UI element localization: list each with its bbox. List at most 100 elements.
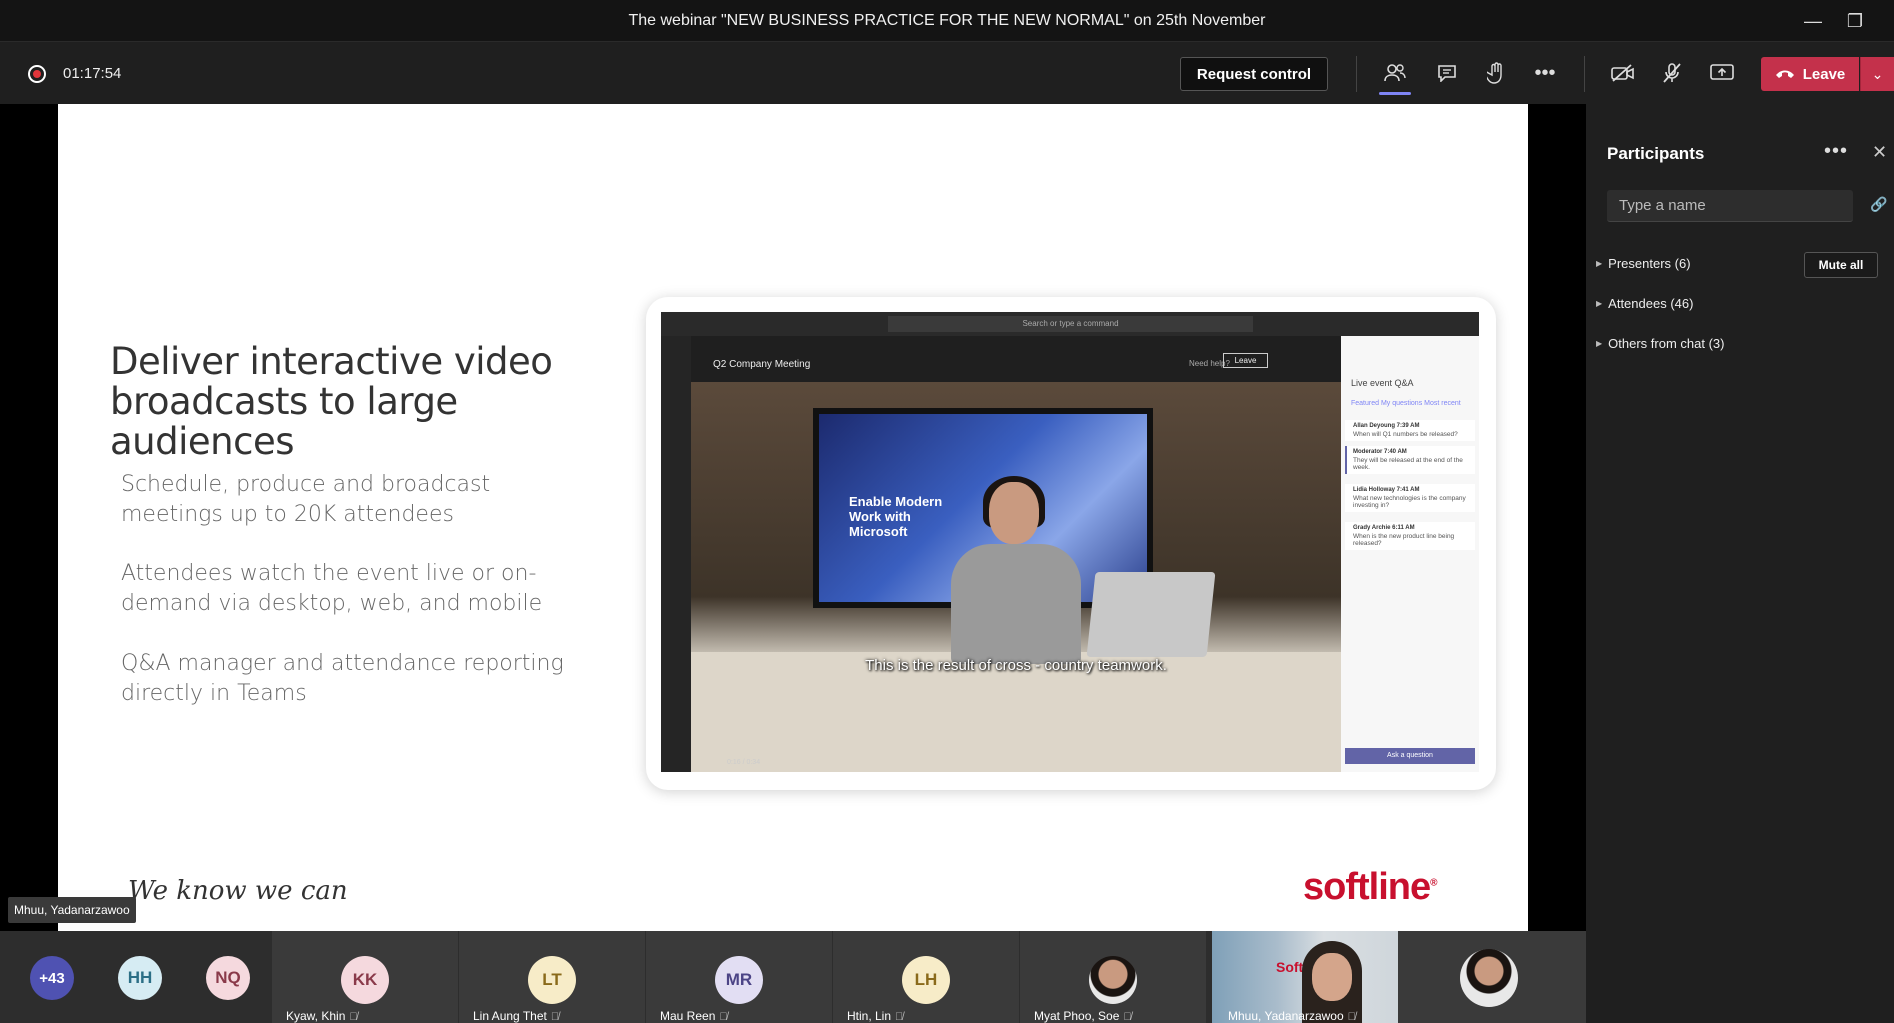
participant-video-tile[interactable]: Soft Mhuu, Yadanarzawoo 🎙̸ <box>1212 931 1398 1023</box>
laptop <box>1086 572 1216 657</box>
recording-icon <box>28 65 46 83</box>
mic-off-icon: 🎙̸ <box>1347 1011 1356 1023</box>
video-time: 0:16 / 0:34 <box>727 759 761 766</box>
chevron-down-icon[interactable]: ⌄ <box>1860 57 1894 91</box>
video-subtitle: This is the result of cross - country te… <box>865 657 1167 674</box>
participant-tile[interactable]: LH Htin, Lin 🎙̸ <box>833 931 1019 1023</box>
mic-off-icon: 🎙̸ <box>895 1011 904 1023</box>
screen-leave-button: Leave <box>1223 353 1268 368</box>
participants-panel: Participants ••• ✕ 🔗 ▶ Presenters (6) Mu… <box>1586 104 1894 1023</box>
slide-bullet: Q&A manager and attendance reporting dir… <box>121 651 564 706</box>
caret-right-icon: ▶ <box>1596 299 1603 308</box>
presentation-slide: Deliver interactive video broadcasts to … <box>58 104 1528 931</box>
avatar: LT <box>528 956 576 1004</box>
avatar-photo <box>1460 949 1518 1007</box>
meeting-toolbar: 01:17:54 Request control ••• Leave ⌄ <box>0 42 1894 104</box>
participant-name: Mhuu, Yadanarzawoo 🎙̸ <box>1228 1009 1356 1023</box>
mic-off-icon: 🎙̸ <box>349 1011 358 1023</box>
mic-off-icon[interactable] <box>1652 55 1692 91</box>
mic-off-icon: 🎙̸ <box>1123 1011 1132 1023</box>
mute-all-button[interactable]: Mute all <box>1804 252 1878 278</box>
screen-app-rail <box>661 336 691 772</box>
title-bar: The webinar "NEW BUSINESS PRACTICE FOR T… <box>0 0 1894 42</box>
qa-text: When will Q1 numbers be released? <box>1353 431 1458 438</box>
caret-right-icon: ▶ <box>1596 259 1603 268</box>
avatar-hh[interactable]: HH <box>118 956 162 1000</box>
toolbar-divider <box>1356 56 1357 92</box>
participant-tile[interactable]: MR Mau Reen 🎙̸ <box>646 931 832 1023</box>
caret-right-icon: ▶ <box>1596 339 1603 348</box>
qa-author: Lidia Holloway 7:41 AM <box>1353 487 1420 493</box>
ask-question-button: Ask a question <box>1345 748 1475 764</box>
share-screen-icon[interactable] <box>1702 55 1742 91</box>
section-presenters[interactable]: ▶ Presenters (6) <box>1596 256 1691 271</box>
participant-name: Mau Reen 🎙̸ <box>660 1009 728 1023</box>
chat-icon[interactable] <box>1427 55 1467 91</box>
overflow-count-badge[interactable]: +43 <box>30 956 74 1000</box>
participant-tile[interactable]: LT Lin Aung Thet 🎙̸ <box>459 931 645 1023</box>
avatar-photo <box>1089 956 1137 1004</box>
slide-bullet: Schedule, produce and broadcast meetings… <box>121 472 491 527</box>
presenter-name-tag: Mhuu, Yadanarzawoo <box>8 897 136 923</box>
background-logo: Soft <box>1276 959 1304 975</box>
logo-text: softline <box>1303 866 1431 908</box>
request-control-button[interactable]: Request control <box>1180 57 1328 91</box>
shared-content-stage: Deliver interactive video broadcasts to … <box>0 104 1586 931</box>
overflow-tile: +43 HH NQ <box>0 931 272 1023</box>
participant-strip: +43 HH NQ KK Kyaw, Khin 🎙̸ LT Lin Aung Th… <box>0 931 1586 1023</box>
qa-text: They will be released at the end of the … <box>1353 457 1463 471</box>
restore-icon[interactable]: ❐ <box>1832 0 1878 42</box>
avatar: KK <box>341 956 389 1004</box>
qa-pane: Live event Q&A Featured My questions Mos… <box>1341 336 1479 772</box>
close-icon[interactable]: ✕ <box>1872 142 1887 163</box>
slide-tagline: We know we can <box>128 876 348 906</box>
section-attendees[interactable]: ▶ Attendees (46) <box>1596 296 1693 311</box>
mic-off-icon: 🎙̸ <box>719 1011 728 1023</box>
hang-up-icon <box>1775 66 1795 83</box>
section-others-from-chat[interactable]: ▶ Others from chat (3) <box>1596 336 1724 351</box>
qa-card: Grady Archie 6:11 AM When is the new pro… <box>1345 522 1475 550</box>
qa-text: What new technologies is the company inv… <box>1353 495 1466 509</box>
window-title: The webinar "NEW BUSINESS PRACTICE FOR T… <box>628 11 1266 29</box>
panel-title: Participants <box>1607 144 1705 163</box>
participant-name: Lin Aung Thet 🎙̸ <box>473 1009 560 1023</box>
share-invite-icon[interactable]: 🔗 <box>1870 196 1887 213</box>
minimize-icon[interactable]: — <box>1790 0 1836 42</box>
slide-heading: Deliver interactive video broadcasts to … <box>110 340 553 463</box>
leave-label: Leave <box>1802 65 1846 83</box>
device-mockup: Search or type a command Q2 Company Meet… <box>646 297 1496 790</box>
participants-icon[interactable] <box>1375 55 1415 95</box>
meeting-timer: 01:17:54 <box>63 65 122 82</box>
participant-search-input[interactable] <box>1607 190 1853 222</box>
screen-meeting-title: Q2 Company Meeting <box>713 359 811 370</box>
participant-tile[interactable] <box>1398 931 1586 1023</box>
qa-author: Moderator 7:40 AM <box>1353 449 1407 455</box>
more-options-icon[interactable]: ••• <box>1824 140 1848 163</box>
section-label: Others from chat (3) <box>1608 336 1725 351</box>
participant-tile[interactable]: Myat Phoo, Soe 🎙̸ <box>1020 931 1206 1023</box>
screen-search-bar: Search or type a command <box>888 316 1253 332</box>
screen-top-bar: Search or type a command <box>661 312 1479 336</box>
qa-tabs: Featured My questions Most recent <box>1351 400 1461 407</box>
avatar-nq[interactable]: NQ <box>206 956 250 1000</box>
camera-off-icon[interactable] <box>1603 55 1643 91</box>
video-controls: 0:16 / 0:34 <box>691 754 1341 772</box>
qa-card: Allan Deyoung 7:39 AM When will Q1 numbe… <box>1345 420 1475 441</box>
screen-video-frame: Enable Modern Work with Microsoft <box>691 382 1341 772</box>
more-actions-icon[interactable]: ••• <box>1525 55 1565 91</box>
softline-logo: softline® <box>1303 866 1438 908</box>
participant-tile[interactable]: KK Kyaw, Khin 🎙̸ <box>272 931 458 1023</box>
qa-card: Lidia Holloway 7:41 AM What new technolo… <box>1345 484 1475 512</box>
toolbar-divider <box>1584 56 1585 92</box>
participant-name: Htin, Lin 🎙̸ <box>847 1009 904 1023</box>
leave-button[interactable]: Leave <box>1761 57 1859 91</box>
avatar: LH <box>902 956 950 1004</box>
participant-name: Kyaw, Khin 🎙̸ <box>286 1009 358 1023</box>
qa-author: Grady Archie 6:11 AM <box>1353 525 1415 531</box>
raise-hand-icon[interactable] <box>1476 55 1516 91</box>
qa-text: When is the new product line being relea… <box>1353 533 1455 547</box>
qa-card: Moderator 7:40 AM They will be released … <box>1345 446 1475 474</box>
teams-live-event-screenshot: Search or type a command Q2 Company Meet… <box>661 312 1479 772</box>
section-label: Attendees (46) <box>1608 296 1694 311</box>
section-label: Presenters (6) <box>1608 256 1691 271</box>
